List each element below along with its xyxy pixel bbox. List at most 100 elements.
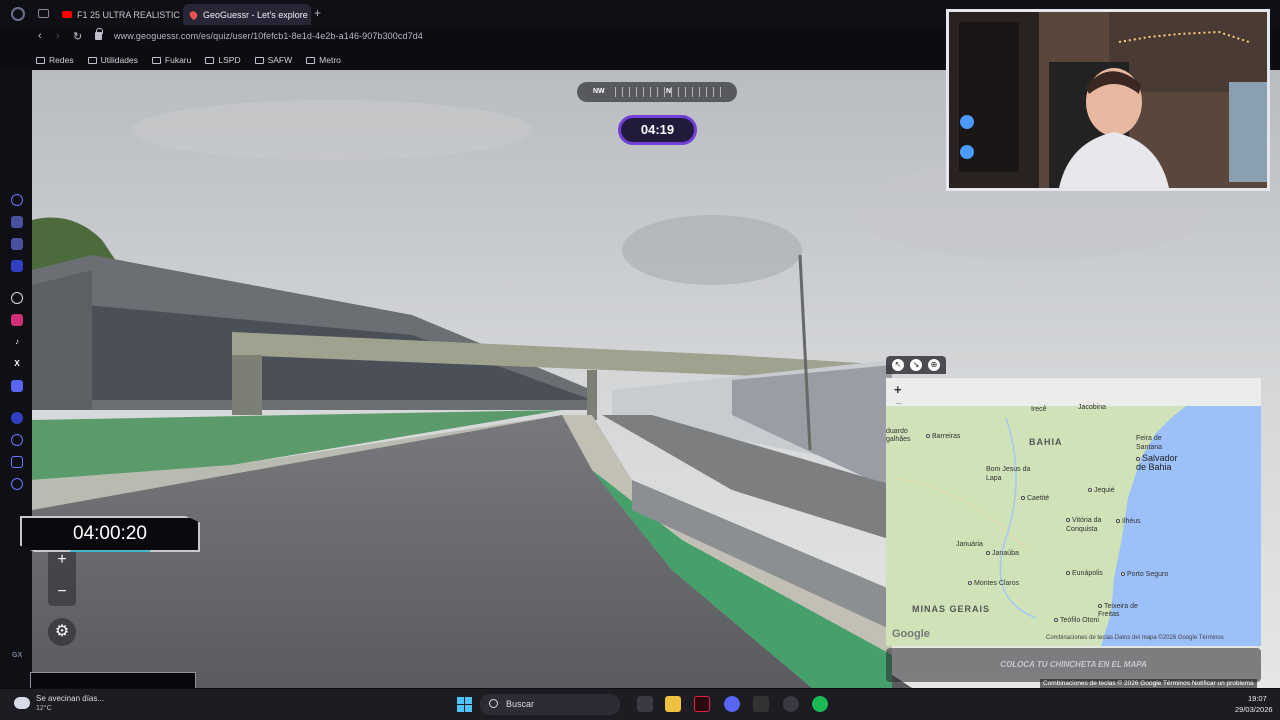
messenger-icon[interactable] [11,260,23,272]
bookmark-label: Fukaru [164,55,192,65]
file-explorer-icon[interactable] [665,696,681,712]
gx-corner-icon[interactable] [11,216,23,228]
folder-icon [205,56,215,64]
bookmark-lspd[interactable]: LSPD [205,53,241,67]
bookmark-label: LSPD [218,55,241,65]
google-logo: Google [892,628,930,640]
map-expand-icon[interactable]: ↘ [910,359,922,371]
bookmark-metro[interactable]: Metro [306,53,341,67]
map-label-teixeira: Teixeira de Freitas [1098,603,1138,618]
workspaces-icon[interactable] [38,9,49,18]
map-pin-lock-icon[interactable]: ⊕ [928,359,940,371]
tab-label: F1 25 ULTRA REALISTIC C [77,9,180,20]
discord-icon[interactable] [724,696,740,712]
bookmark-redes[interactable]: Redes [36,53,74,67]
cloud-icon[interactable] [14,697,30,709]
taskbar-search[interactable]: Buscar [480,694,620,715]
compass: NW N [577,82,737,102]
compass-nw-label: NW [593,88,605,95]
place-pin-button[interactable]: COLOCA TU CHINCHETA EN EL MAPA [886,648,1261,682]
reload-icon[interactable]: ↻ [73,30,82,43]
tab-label: GeoGuessr - Let's explore [203,9,308,20]
gear-icon[interactable]: ⚙ [48,618,76,646]
map-label-jacobina: Jacobina [1078,404,1107,411]
bookmark-label: SAFW [267,55,293,65]
discord-icon[interactable] [11,380,23,392]
grandstand-wall [32,270,92,410]
tab-youtube[interactable]: F1 25 ULTRA REALISTIC C [55,4,180,25]
tiktok-icon[interactable]: ♪ [11,336,23,348]
map-label-teofilo: Teófilo Otoni [1054,617,1099,624]
settings-icon[interactable] [11,478,23,490]
map-label-eunapolis: Eunápolis [1066,570,1103,577]
weather-text[interactable]: Se avecinan días... [36,694,104,703]
map-header-blank [886,378,1261,406]
youtube-icon [62,11,72,18]
webcam-scene [949,12,1267,188]
clock-icon[interactable] [11,434,23,446]
obs-icon[interactable] [783,696,799,712]
bookmark-safw[interactable]: SAFW [254,53,293,67]
map-toolbar: ↖ ↘ ⊕ [886,356,946,374]
new-tab-button[interactable]: + [314,6,321,20]
map-label-jequie: Jequié [1088,487,1115,494]
map-label-feira: Feira de Santana [1136,435,1163,451]
extensions-icon[interactable] [11,456,23,468]
map-zoom-in-button[interactable]: + [894,382,902,397]
twitch-icon[interactable] [11,238,23,250]
clock-date[interactable]: 29/03/2026 [1235,705,1273,714]
lock-icon [95,28,103,40]
opera-logo-icon[interactable] [11,7,25,21]
stream-overlay-frame [30,672,196,688]
history-sync-icon[interactable] [11,194,23,206]
map-label-januaria: Januária [956,541,983,548]
bookmark-label: Utilidades [100,55,138,65]
task-view-icon[interactable] [637,696,653,712]
folder-icon [306,56,316,64]
back-arrow-icon[interactable]: ‹ [38,30,42,42]
x-icon[interactable]: X [11,358,23,370]
folder-icon [36,56,45,64]
chatgpt-icon[interactable] [11,292,23,304]
webcam-feed [946,9,1270,191]
folder-icon [254,56,264,64]
search-label: Buscar [506,699,535,709]
map-label-irece: Irecê [1031,406,1047,413]
map-attribution[interactable]: Combinaciones de teclas Datos del mapa ©… [1046,635,1224,641]
opera-gx-icon[interactable] [694,696,710,712]
cloud [622,215,802,285]
url-field[interactable]: www.geoguessr.com/es/quiz/user/10fefcb1-… [114,31,423,41]
windows-start-icon[interactable] [457,697,472,712]
windows-taskbar: Se avecinan días... 12°C Buscar 19:07 29… [0,689,1280,720]
map-label-caetite: Caetité [1021,495,1049,502]
bookmark-fukaru[interactable]: Fukaru [151,53,192,67]
map-label-salvador: Salvador de Bahia [1136,453,1178,472]
guess-map[interactable]: + – BAHIA MINAS GERAIS Salvador de Bahia… [886,378,1261,646]
round-timer: 04:19 [618,115,697,145]
map-label-bahia: BAHIA [1029,437,1063,447]
folder-icon [87,56,97,64]
map-label-porto: Porto Seguro [1121,571,1168,578]
spotify-icon[interactable] [812,696,828,712]
map-label-bomjesus: Bom Jesus da Lapa [986,466,1031,482]
instagram-icon[interactable] [11,314,23,326]
map-label-montes: Montes Claros [968,580,1019,587]
folder-icon [151,56,161,64]
bridge-pillar [587,370,597,420]
gx-label: GX [12,652,23,659]
bookmark-utilidades[interactable]: Utilidades [87,53,138,67]
tab-geoguessr[interactable]: GeoGuessr - Let's explore [183,4,311,25]
zoom-out-button[interactable]: − [48,578,76,606]
forward-arrow-icon[interactable]: › [56,30,60,42]
compass-n-label: N [666,88,672,95]
bookmark-label: Metro [319,55,341,65]
map-label-janauba: Janaúba [986,550,1019,557]
page-attribution[interactable]: Combinaciones de teclas © 2026 Google Té… [1040,679,1257,688]
music-player-icon[interactable] [11,412,23,424]
clock-time[interactable]: 19:07 [1248,694,1267,703]
map-zoom-out-button[interactable]: – [896,398,902,409]
map-label-barreiras: Barreiras [926,433,960,440]
audio-app-icon[interactable] [753,696,769,712]
map-label-eduardo: duardo [886,428,908,435]
map-shrink-icon[interactable]: ↖ [892,359,904,371]
